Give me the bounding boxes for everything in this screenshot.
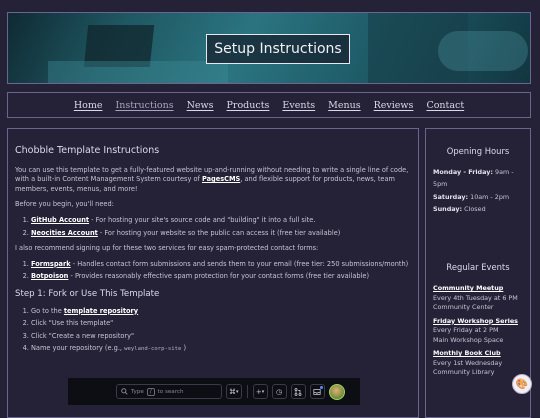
list-item-text: Name your repository (e.g., bbox=[31, 344, 125, 353]
list-item: Botpoison - Provides reasonably effectiv… bbox=[31, 272, 411, 282]
pull-requests-button[interactable] bbox=[290, 384, 306, 399]
list-item-text: - Handles contact form submissions and s… bbox=[70, 259, 409, 268]
search-placeholder: Type bbox=[131, 388, 144, 395]
list-item: Click "Use this template" bbox=[31, 319, 411, 329]
event-link[interactable]: Community Meetup bbox=[433, 284, 523, 294]
hours-time: 10am - 2pm bbox=[468, 192, 510, 201]
chevron-down-icon: ▾ bbox=[261, 388, 265, 395]
banner-image-shape bbox=[48, 61, 228, 83]
list-item: Go to the template repository bbox=[31, 307, 411, 317]
create-new-button[interactable]: + ▾ bbox=[252, 384, 268, 399]
chevron-down-icon: ▾ bbox=[236, 388, 239, 395]
page-title: Setup Instructions bbox=[206, 34, 350, 64]
github-account-link[interactable]: GitHub Account bbox=[31, 216, 89, 224]
hero-banner: Setup Instructions bbox=[7, 12, 531, 84]
notification-dot bbox=[319, 386, 323, 389]
list-item: Formspark - Handles contact form submiss… bbox=[31, 260, 411, 270]
hours-row: Sunday: Closed bbox=[433, 203, 523, 216]
issues-button[interactable]: ◷ bbox=[271, 384, 287, 399]
template-repository-link[interactable]: template repository bbox=[64, 307, 138, 315]
event-item: Monthly Book Club Every 1st Wednesday Co… bbox=[433, 349, 523, 378]
event-when: Every Friday at 2 PM bbox=[433, 326, 499, 334]
step-1-heading: Step 1: Fork or Use This Template bbox=[15, 288, 160, 299]
list-item-text: Go to the bbox=[31, 306, 64, 315]
event-where: Main Workshop Space bbox=[433, 335, 504, 344]
clock-icon: ◷ bbox=[275, 387, 283, 396]
list-item: GitHub Account - For hosting your site's… bbox=[31, 216, 411, 226]
main-nav: Home Instructions News Products Events M… bbox=[7, 92, 531, 118]
nav-item-events[interactable]: Events bbox=[282, 100, 315, 111]
hours-day: Saturday: bbox=[433, 192, 469, 201]
avatar[interactable] bbox=[328, 383, 345, 400]
events-heading: Regular Events bbox=[446, 261, 510, 272]
event-when: Every 1st Wednesday bbox=[433, 358, 503, 367]
list-item: Name your repository (e.g., weyland-corp… bbox=[31, 344, 411, 355]
list-item: Click "Create a new repository" bbox=[31, 332, 411, 342]
search-input[interactable]: Type / to search bbox=[116, 384, 222, 399]
nav-item-instructions[interactable]: Instructions bbox=[115, 100, 173, 111]
repo-name-example: weyland-corp-site bbox=[124, 346, 182, 353]
formspark-link[interactable]: Formspark bbox=[31, 260, 71, 268]
main-content: Chobble Template Instructions You can us… bbox=[7, 128, 419, 418]
list-item-text: ) bbox=[181, 344, 187, 353]
event-when: Every 4th Tuesday at 6 PM bbox=[433, 293, 518, 302]
step-1-list: Go to the template repository Click "Use… bbox=[15, 307, 411, 355]
palette-icon: 🎨 bbox=[515, 378, 529, 390]
hours-row: Monday - Friday: 9am - 5pm bbox=[433, 166, 523, 191]
requirements-list: GitHub Account - For hosting your site's… bbox=[15, 216, 411, 238]
nav-item-products[interactable]: Products bbox=[227, 100, 270, 111]
nav-item-home[interactable]: Home bbox=[74, 100, 103, 111]
event-link[interactable]: Friday Workshop Series bbox=[433, 317, 523, 327]
hours-heading: Opening Hours bbox=[446, 146, 510, 156]
hours-time: Closed bbox=[462, 205, 486, 213]
github-toolbar: Type / to search ⌘ ▾ + ▾ ◷ bbox=[68, 378, 360, 405]
command-palette-button[interactable]: ⌘ ▾ bbox=[226, 384, 242, 399]
list-item-text: - For hosting your website so the public… bbox=[97, 228, 341, 237]
inbox-button[interactable] bbox=[309, 384, 325, 399]
banner-image-shape bbox=[438, 31, 528, 71]
before-text: Before you begin, you'll need: bbox=[15, 200, 114, 209]
list-item-text: - For hosting your site's source code an… bbox=[89, 215, 316, 224]
search-icon bbox=[121, 388, 128, 395]
search-placeholder: to search bbox=[157, 388, 184, 395]
content-title: Chobble Template Instructions bbox=[15, 145, 160, 156]
event-item: Friday Workshop Series Every Friday at 2… bbox=[433, 317, 523, 346]
hours-day: Monday - Friday: bbox=[433, 167, 493, 176]
hours-row: Saturday: 10am - 2pm bbox=[433, 191, 523, 204]
theme-palette-button[interactable]: 🎨 bbox=[512, 374, 532, 394]
pull-request-icon bbox=[294, 387, 302, 396]
services-list: Formspark - Handles contact form submiss… bbox=[15, 260, 411, 282]
recommend-text: I also recommend signing up for these tw… bbox=[15, 244, 319, 253]
list-item: Neocities Account - For hosting your web… bbox=[31, 229, 411, 239]
list-item-text: - Provides reasonably effective spam pro… bbox=[68, 272, 370, 281]
nav-item-reviews[interactable]: Reviews bbox=[374, 100, 414, 111]
event-item: Community Meetup Every 4th Tuesday at 6 … bbox=[433, 284, 523, 313]
neocities-account-link[interactable]: Neocities Account bbox=[31, 229, 98, 237]
event-link[interactable]: Monthly Book Club bbox=[433, 349, 523, 359]
event-where: Community Library bbox=[433, 368, 495, 376]
nav-item-contact[interactable]: Contact bbox=[426, 100, 464, 111]
event-where: Community Center bbox=[433, 303, 494, 311]
sidebar: Opening Hours Monday - Friday: 9am - 5pm… bbox=[425, 128, 531, 418]
pagescms-link[interactable]: PagesCMS bbox=[202, 175, 240, 183]
hours-day: Sunday: bbox=[433, 205, 463, 213]
nav-item-menus[interactable]: Menus bbox=[328, 100, 360, 111]
intro-paragraph: You can use this template to get a fully… bbox=[15, 166, 411, 195]
cmd-icon: ⌘ bbox=[229, 387, 236, 396]
divider bbox=[246, 385, 248, 398]
botpoison-link[interactable]: Botpoison bbox=[31, 272, 68, 280]
search-shortcut-key: / bbox=[146, 387, 155, 396]
nav-item-news[interactable]: News bbox=[187, 100, 214, 111]
